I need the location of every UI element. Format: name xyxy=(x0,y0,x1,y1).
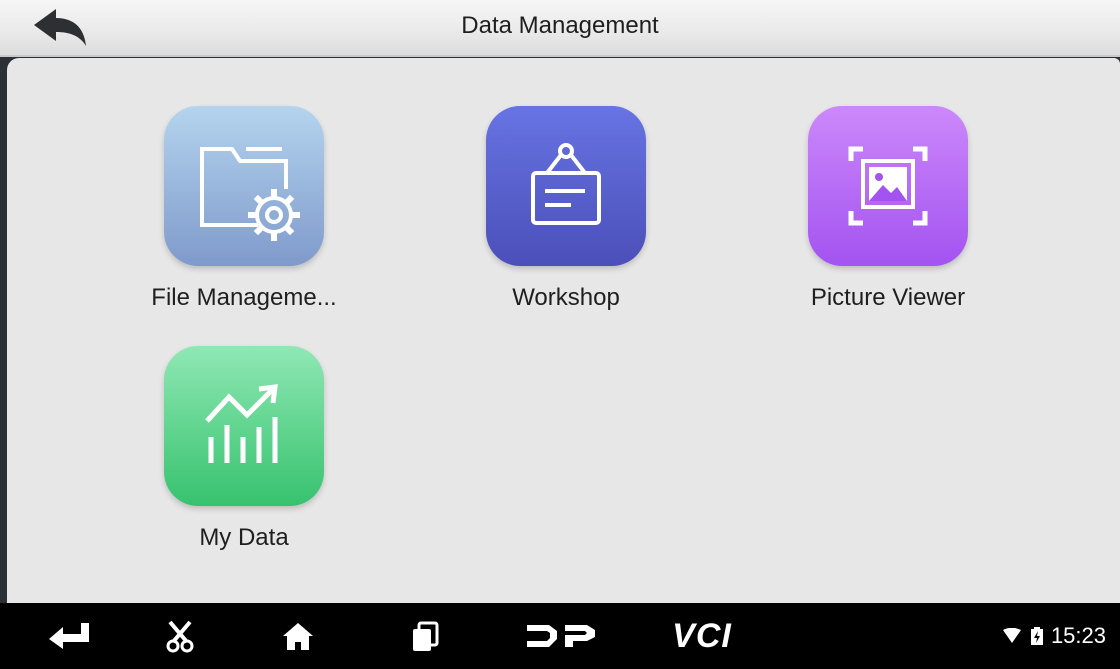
app-file-management[interactable]: File Manageme... xyxy=(124,106,364,312)
navigation-bar: VCI 15:23 xyxy=(0,603,1120,669)
app-workshop[interactable]: Workshop xyxy=(446,106,686,312)
nav-home-button[interactable] xyxy=(278,603,318,669)
nav-recent-apps-button[interactable] xyxy=(405,603,445,669)
nav-screenshot-button[interactable] xyxy=(160,603,200,669)
folder-gear-icon xyxy=(200,147,300,241)
home-icon xyxy=(283,623,313,650)
app-icon-picture-viewer xyxy=(808,106,968,266)
dp-logo-icon xyxy=(527,625,595,647)
page-title: Data Management xyxy=(461,12,659,39)
back-arrow-icon xyxy=(49,623,89,649)
vci-icon: VCI xyxy=(672,616,732,655)
app-label-file-management: File Manageme... xyxy=(151,284,337,311)
app-icon-file-management xyxy=(164,106,324,266)
status-area: 15:23 xyxy=(1002,623,1106,649)
trend-chart-icon xyxy=(205,384,278,463)
nav-back-button[interactable] xyxy=(44,603,94,669)
app-grid: File Manageme... Workshop Picture Viewer… xyxy=(7,58,1120,603)
app-label-workshop: Workshop xyxy=(512,284,620,311)
recent-apps-icon xyxy=(413,621,439,651)
hanging-sign-icon xyxy=(531,143,601,225)
title-bar: Data Management xyxy=(0,0,1120,57)
clock: 15:23 xyxy=(1050,623,1106,648)
app-icon-workshop xyxy=(486,106,646,266)
picture-frame-icon xyxy=(848,146,928,226)
app-my-data[interactable]: My Data xyxy=(124,346,364,552)
app-picture-viewer[interactable]: Picture Viewer xyxy=(768,106,1008,312)
nav-vci-button[interactable]: VCI xyxy=(662,603,742,669)
app-icon-my-data xyxy=(164,346,324,506)
app-label-my-data: My Data xyxy=(199,524,289,551)
wifi-icon xyxy=(1002,628,1021,643)
app-label-picture-viewer: Picture Viewer xyxy=(810,284,966,311)
battery-charging-icon xyxy=(1030,627,1043,645)
nav-dp-button[interactable] xyxy=(520,603,600,669)
scissors-icon xyxy=(166,620,194,653)
